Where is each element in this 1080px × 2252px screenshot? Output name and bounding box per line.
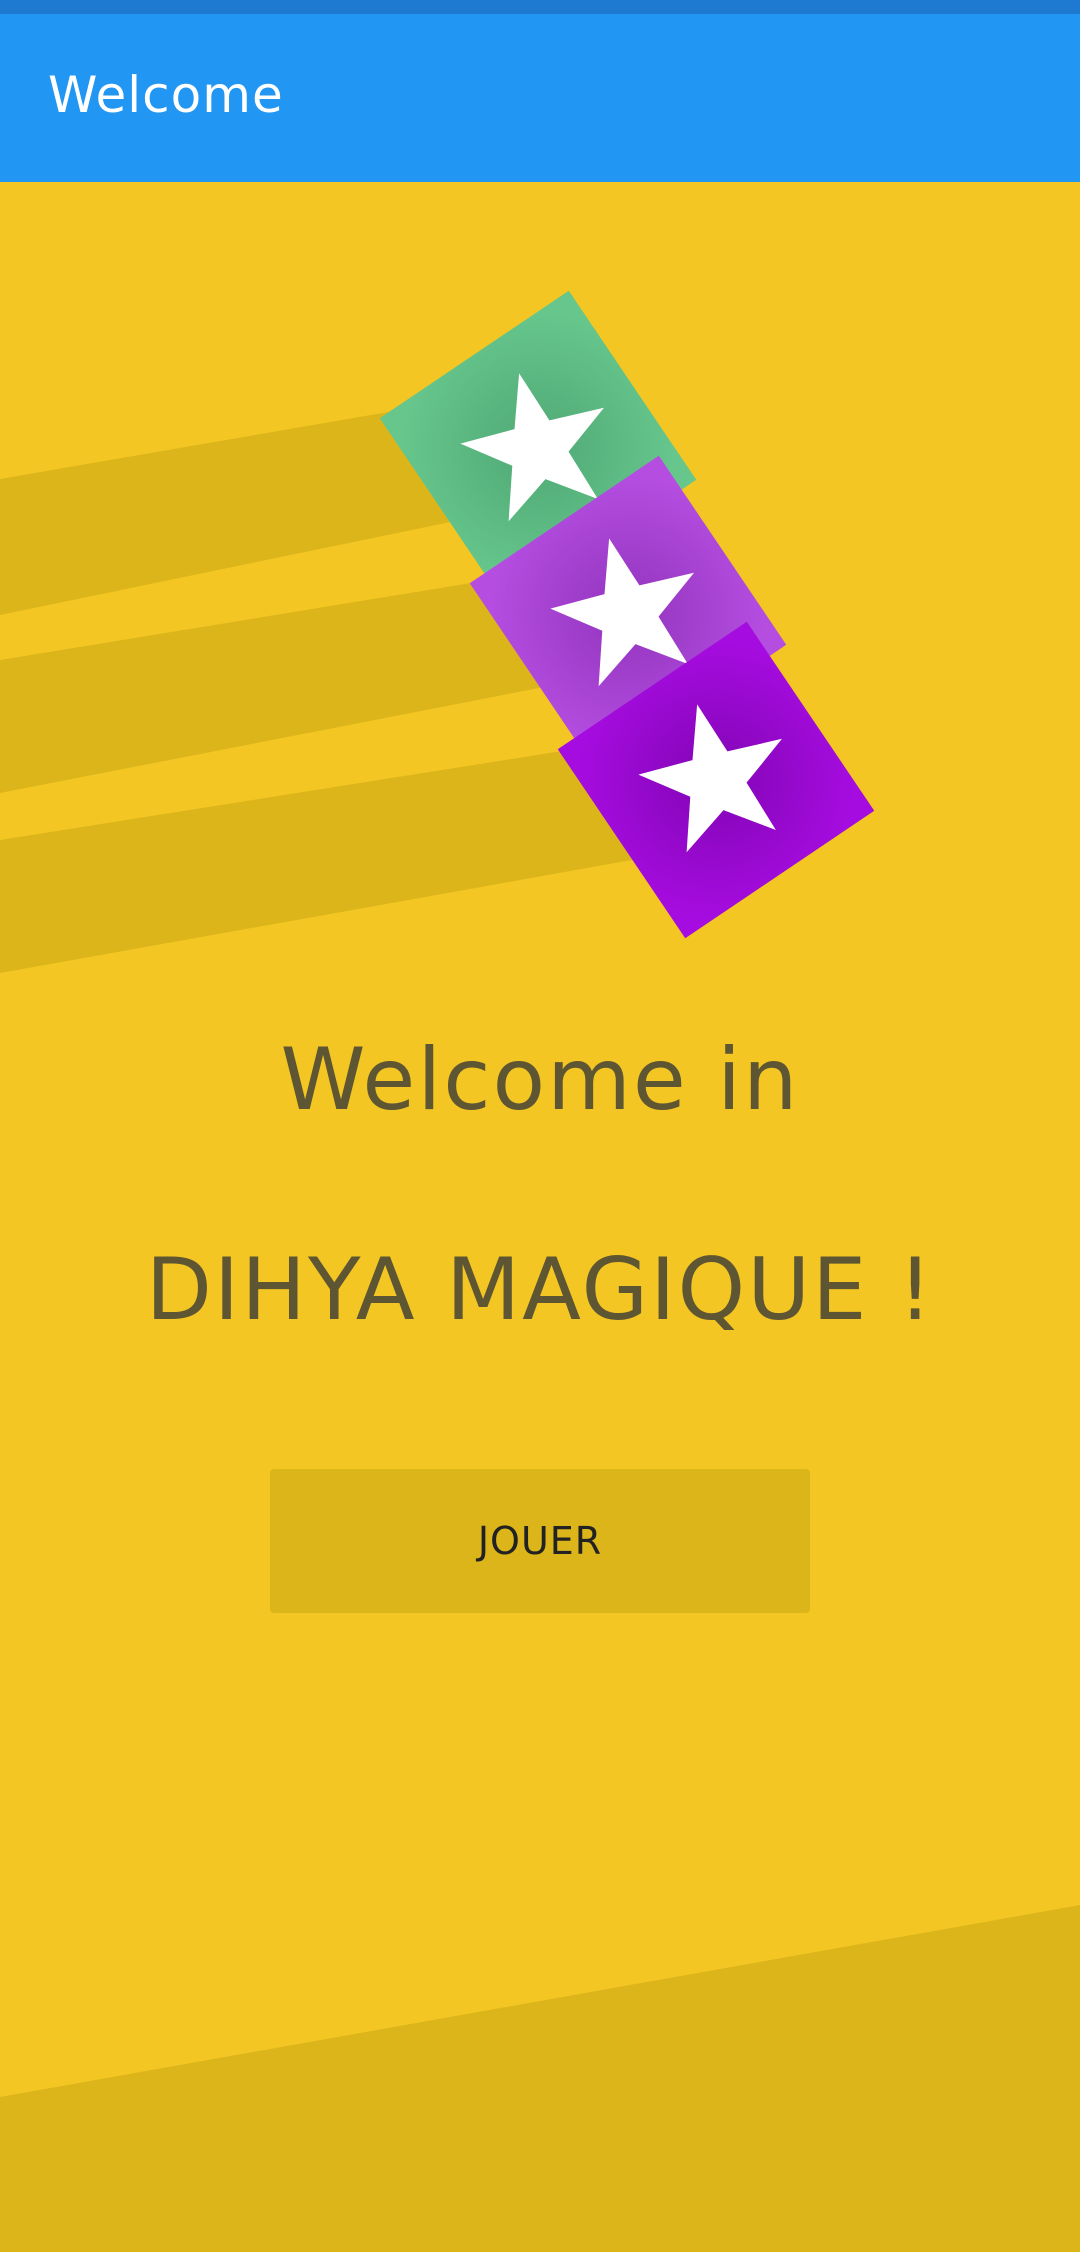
motion-stripe [0,745,660,973]
play-button-label: JOUER [477,1519,603,1563]
bottom-wedge [0,1905,1080,2252]
welcome-text: Welcome in [280,1030,800,1130]
game-title: DIHYA MAGIQUE ! [145,1240,935,1340]
motion-stripe [0,410,460,615]
play-button[interactable]: JOUER [270,1469,810,1613]
